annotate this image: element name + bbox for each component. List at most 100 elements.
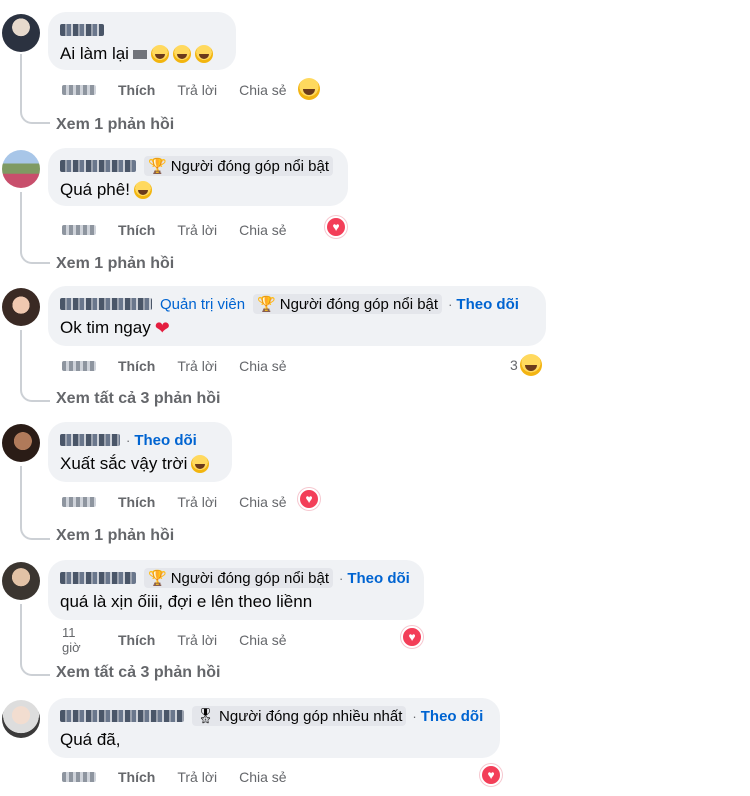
like-button[interactable]: Thích xyxy=(118,769,155,785)
thread-line xyxy=(20,192,22,250)
like-button[interactable]: Thích xyxy=(118,494,155,510)
timestamp[interactable]: 11 giờ xyxy=(62,625,96,655)
author-name[interactable] xyxy=(60,434,120,446)
comment-bubble: 🏆 Người đóng góp nổi bật Quá phê! xyxy=(48,148,348,206)
share-button[interactable]: Chia sẻ xyxy=(239,632,286,648)
love-reaction-icon: ♥ xyxy=(325,216,347,238)
separator: · xyxy=(412,708,417,724)
reaction-summary[interactable] xyxy=(298,78,320,100)
comment-text: Xuất sắc vậy trời xyxy=(60,454,188,473)
author-name[interactable] xyxy=(60,298,152,310)
comment-actions: Thích Trả lời Chia sẻ xyxy=(62,767,287,787)
blurred-text xyxy=(132,49,147,59)
reaction-summary[interactable]: ♥ xyxy=(480,764,502,786)
like-button[interactable]: Thích xyxy=(118,358,155,374)
admin-role-label: Quản trị viên xyxy=(160,295,246,313)
reaction-summary[interactable]: 3 xyxy=(510,354,542,376)
reaction-count: 3 xyxy=(510,357,518,373)
thread-connector xyxy=(20,526,50,540)
comment-text: Quá phê! xyxy=(60,180,130,199)
reaction-summary[interactable]: ♥ xyxy=(325,216,347,238)
comment-bubble: Ai làm lại xyxy=(48,12,236,70)
rofl-emoji-icon xyxy=(150,45,169,63)
separator: · xyxy=(339,570,344,586)
like-button[interactable]: Thích xyxy=(118,82,155,98)
view-replies-link[interactable]: Xem 1 phản hồi xyxy=(56,527,174,545)
timestamp[interactable] xyxy=(62,497,96,507)
view-replies-link[interactable]: Xem 1 phản hồi xyxy=(56,255,174,273)
heart-emoji-icon: ❤ xyxy=(154,318,170,338)
author-name[interactable] xyxy=(60,710,184,722)
thread-line xyxy=(20,604,22,662)
comment-actions: Thích Trả lời Chia sẻ xyxy=(62,492,287,512)
author-name[interactable] xyxy=(60,160,136,172)
timestamp[interactable] xyxy=(62,772,96,782)
like-button[interactable]: Thích xyxy=(118,222,155,238)
follow-button[interactable]: Theo dõi xyxy=(347,570,410,587)
timestamp[interactable] xyxy=(62,361,96,371)
separator: · xyxy=(448,296,453,312)
share-button[interactable]: Chia sẻ xyxy=(239,358,286,374)
thread-connector xyxy=(20,110,50,124)
reply-button[interactable]: Trả lời xyxy=(177,769,217,785)
thread-line xyxy=(20,54,22,110)
haha-reaction-icon xyxy=(519,354,542,376)
author-name[interactable] xyxy=(60,24,104,36)
medal-icon: 🎖 xyxy=(196,708,216,725)
follow-button[interactable]: Theo dõi xyxy=(134,432,197,449)
comment-text: Ok tim ngay xyxy=(60,318,151,337)
thread-connector xyxy=(20,388,50,402)
avatar[interactable] xyxy=(2,150,40,188)
reply-button[interactable]: Trả lời xyxy=(177,494,217,510)
reply-button[interactable]: Trả lời xyxy=(177,632,217,648)
contributor-badge[interactable]: 🎖 Người đóng góp nhiều nhất xyxy=(192,706,407,726)
comment-bubble: Quản trị viên 🏆 Người đóng góp nổi bật · … xyxy=(48,286,546,346)
author-name[interactable] xyxy=(60,572,136,584)
thread-connector xyxy=(20,250,50,264)
share-button[interactable]: Chia sẻ xyxy=(239,222,286,238)
share-button[interactable]: Chia sẻ xyxy=(239,769,286,785)
view-replies-link[interactable]: Xem 1 phản hồi xyxy=(56,116,174,134)
follow-button[interactable]: Theo dõi xyxy=(456,296,519,313)
comment-text: quá là xịn ốiii, đợi e lên theo liềnn xyxy=(60,592,313,611)
reply-button[interactable]: Trả lời xyxy=(177,222,217,238)
relieved-emoji-icon xyxy=(191,455,210,473)
contributor-badge[interactable]: 🏆 Người đóng góp nổi bật xyxy=(144,156,334,176)
love-reaction-icon: ♥ xyxy=(480,764,502,786)
comment-text: Ai làm lại xyxy=(60,44,129,63)
reaction-summary[interactable]: ♥ xyxy=(401,626,423,648)
rofl-emoji-icon xyxy=(194,45,213,63)
reply-button[interactable]: Trả lời xyxy=(177,358,217,374)
view-replies-link[interactable]: Xem tất cả 3 phản hồi xyxy=(56,390,220,408)
timestamp[interactable] xyxy=(62,85,96,95)
contributor-badge[interactable]: 🏆 Người đóng góp nổi bật xyxy=(253,294,443,314)
thread-line xyxy=(20,330,22,388)
separator: · xyxy=(126,432,131,448)
view-replies-link[interactable]: Xem tất cả 3 phản hồi xyxy=(56,664,220,682)
haha-reaction-icon xyxy=(298,78,320,100)
comment-bubble: 🏆 Người đóng góp nổi bật · Theo dõi quá l… xyxy=(48,560,424,620)
avatar[interactable] xyxy=(2,424,40,462)
love-reaction-icon: ♥ xyxy=(298,488,320,510)
comment-actions: Thích Trả lời Chia sẻ xyxy=(62,220,287,240)
avatar[interactable] xyxy=(2,700,40,738)
timestamp[interactable] xyxy=(62,225,96,235)
laughing-emoji-icon xyxy=(133,181,152,199)
like-button[interactable]: Thích xyxy=(118,632,155,648)
share-button[interactable]: Chia sẻ xyxy=(239,494,286,510)
reply-button[interactable]: Trả lời xyxy=(177,82,217,98)
avatar[interactable] xyxy=(2,14,40,52)
share-button[interactable]: Chia sẻ xyxy=(239,82,286,98)
avatar[interactable] xyxy=(2,562,40,600)
trophy-icon: 🏆 xyxy=(257,296,276,313)
contributor-badge[interactable]: 🏆 Người đóng góp nổi bật xyxy=(144,568,334,588)
comment-actions: 11 giờ Thích Trả lời Chia sẻ xyxy=(62,625,287,655)
rofl-emoji-icon xyxy=(172,45,191,63)
reaction-summary[interactable]: ♥ xyxy=(298,488,320,510)
follow-button[interactable]: Theo dõi xyxy=(421,708,484,725)
avatar[interactable] xyxy=(2,288,40,326)
love-reaction-icon: ♥ xyxy=(401,626,423,648)
comment-text: Quá đã, xyxy=(60,730,121,749)
thread-line xyxy=(20,466,22,526)
comment-actions: Thích Trả lời Chia sẻ xyxy=(62,80,287,100)
